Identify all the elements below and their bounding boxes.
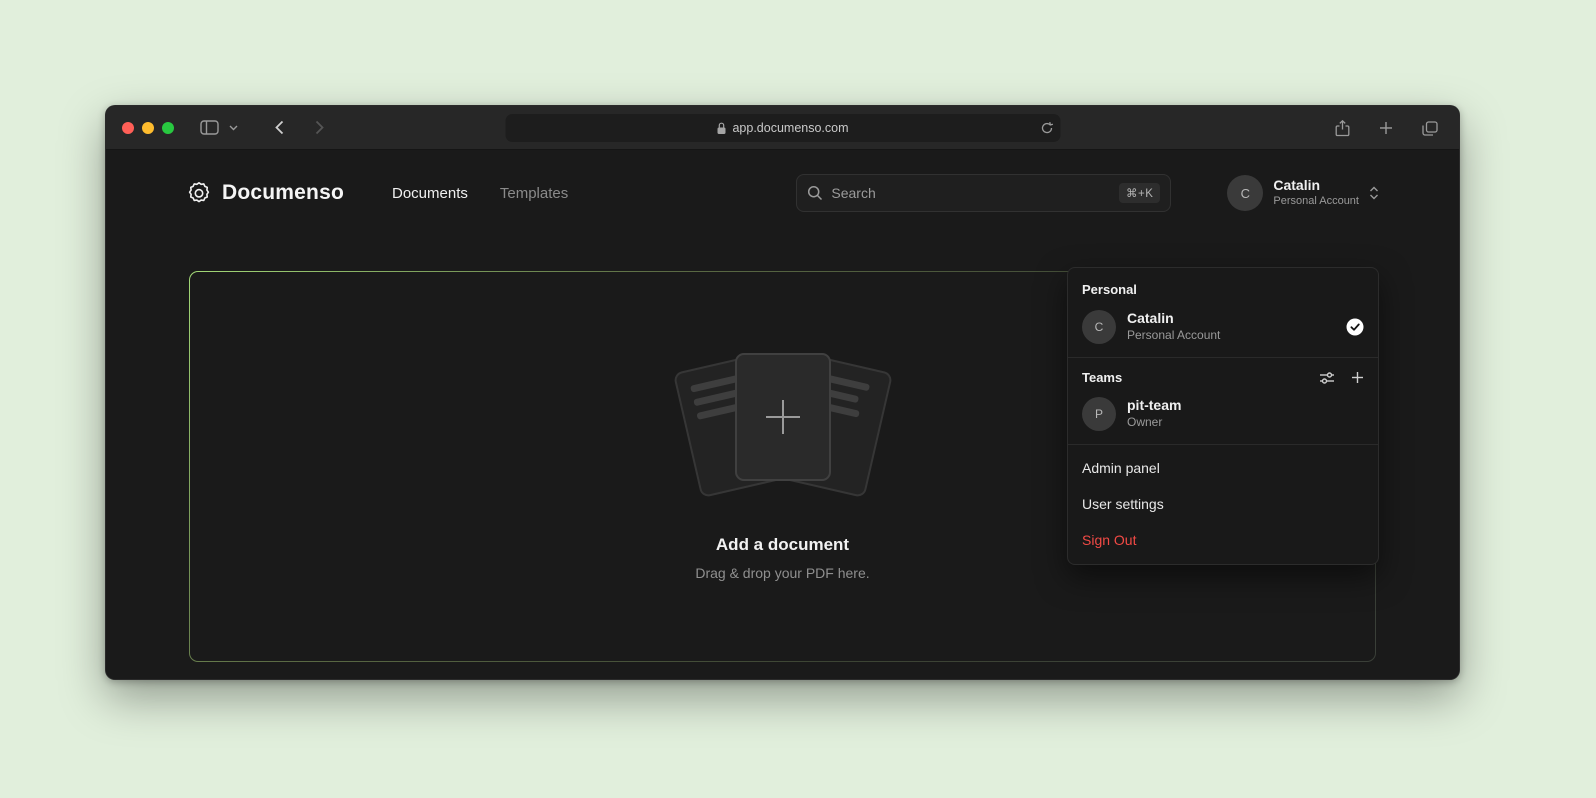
team-name: pit-team [1127, 397, 1181, 415]
personal-section-label: Personal [1068, 274, 1378, 302]
menu-item-user-settings[interactable]: User settings [1068, 486, 1378, 522]
browser-window: app.documenso.com [105, 105, 1460, 680]
search-placeholder: Search [831, 185, 1111, 201]
forward-icon[interactable] [306, 115, 332, 141]
sidebar-toggle-icon[interactable] [196, 115, 222, 141]
menu-divider [1068, 444, 1378, 445]
manage-teams-icon[interactable] [1319, 371, 1335, 385]
illustration-card-center [735, 353, 831, 481]
menu-divider [1068, 357, 1378, 358]
sidebar-chevron-down-icon[interactable] [226, 115, 240, 141]
menu-item-admin-panel[interactable]: Admin panel [1068, 450, 1378, 486]
brand[interactable]: Documenso [186, 180, 344, 206]
teams-section-label: Teams [1082, 370, 1122, 385]
nav-templates[interactable]: Templates [500, 185, 568, 202]
zoom-window-button[interactable] [162, 122, 174, 134]
personal-name: Catalin [1127, 310, 1220, 328]
brand-name: Documenso [222, 181, 344, 205]
add-team-icon[interactable] [1351, 371, 1364, 385]
account-menu-button[interactable]: C Catalin Personal Account [1227, 175, 1379, 211]
minimize-window-button[interactable] [142, 122, 154, 134]
personal-avatar: C [1082, 310, 1116, 344]
account-avatar: C [1227, 175, 1263, 211]
nav-documents[interactable]: Documents [392, 185, 468, 202]
search-input[interactable]: Search ⌘+K [796, 174, 1171, 212]
personal-account-item[interactable]: C Catalin Personal Account [1068, 302, 1378, 352]
teams-section-header: Teams [1068, 363, 1378, 389]
dropzone-title: Add a document [716, 535, 849, 555]
search-shortcut-badge: ⌘+K [1119, 183, 1160, 203]
team-item[interactable]: P pit-team Owner [1068, 389, 1378, 439]
traffic-lights [122, 122, 174, 134]
personal-subtitle: Personal Account [1127, 328, 1220, 344]
documenso-logo-icon [186, 180, 212, 206]
menu-item-sign-out[interactable]: Sign Out [1068, 522, 1378, 558]
plus-icon [766, 400, 800, 434]
team-avatar: P [1082, 397, 1116, 431]
address-bar-url: app.documenso.com [732, 121, 848, 135]
app-header: Documenso Documents Templates Search ⌘+K… [106, 150, 1459, 236]
close-window-button[interactable] [122, 122, 134, 134]
account-dropdown-menu: Personal C Catalin Personal Account [1067, 267, 1379, 565]
refresh-icon[interactable] [1040, 122, 1053, 135]
team-role: Owner [1127, 415, 1181, 431]
back-icon[interactable] [266, 115, 292, 141]
browser-toolbar: app.documenso.com [106, 106, 1459, 150]
chevron-up-down-icon [1369, 185, 1379, 201]
selected-check-icon [1346, 318, 1364, 336]
dropzone-subtitle: Drag & drop your PDF here. [695, 565, 869, 581]
primary-nav: Documents Templates [392, 185, 568, 202]
documents-illustration [678, 353, 888, 503]
new-tab-icon[interactable] [1373, 115, 1399, 141]
lock-icon [716, 122, 726, 135]
toolbar-right-actions [1329, 106, 1443, 150]
app-content: Documenso Documents Templates Search ⌘+K… [106, 150, 1459, 680]
tab-overview-icon[interactable] [1417, 115, 1443, 141]
account-subtitle: Personal Account [1273, 194, 1359, 208]
search-icon [807, 185, 823, 201]
share-icon[interactable] [1329, 115, 1355, 141]
account-name: Catalin [1273, 177, 1359, 194]
address-bar[interactable]: app.documenso.com [505, 114, 1060, 142]
